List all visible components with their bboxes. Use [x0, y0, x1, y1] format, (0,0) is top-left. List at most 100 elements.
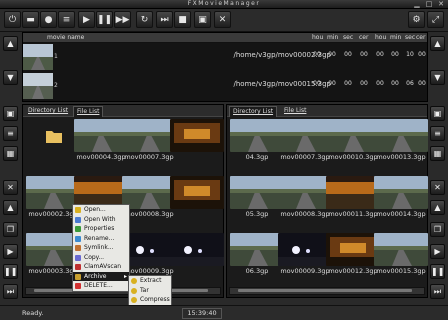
file-thumbnail[interactable]: mov00015.3gp	[373, 233, 429, 276]
cell-min-start[interactable]: 00	[325, 51, 339, 58]
grid-icon[interactable]: ▦	[430, 146, 445, 161]
skip-icon[interactable]: ⏭	[3, 284, 18, 299]
cell-cer-start[interactable]: 00	[357, 51, 371, 58]
playlist-grid: movie name hou min sec cer hou min sec c…	[22, 32, 428, 102]
cell-sec-start[interactable]: 00	[341, 51, 355, 58]
file-thumbnail[interactable]: mov00014.3gp	[373, 176, 429, 219]
move-down-icon[interactable]: ▼	[430, 70, 445, 85]
table-row[interactable]: 1 /home/v3gp/mov00002.3gp 00 00 00 00 00…	[23, 43, 427, 71]
file-thumbnail[interactable]	[169, 233, 225, 276]
menu-item[interactable]: DELETE...	[73, 281, 129, 291]
col-hour-start[interactable]: hou	[312, 33, 323, 42]
grid-icon[interactable]: ▦	[3, 146, 18, 161]
col-min-end[interactable]: min	[390, 33, 401, 42]
play-icon[interactable]: ▶	[3, 244, 18, 259]
skip-icon-button[interactable]: ⏭	[156, 11, 173, 28]
play-icon-button[interactable]: ▶	[78, 11, 95, 28]
menu-item[interactable]: Properties	[73, 224, 129, 234]
copy-icon[interactable]: ❐	[430, 222, 445, 237]
cell-hour-start[interactable]: 00	[310, 51, 324, 58]
maximize-icon[interactable]: □	[424, 0, 434, 8]
file-thumbnail[interactable]	[169, 176, 225, 219]
fullscreen-icon[interactable]: ⤢	[427, 11, 444, 28]
stop-icon-button[interactable]: ■	[174, 11, 191, 28]
cell-sec-start[interactable]: 00	[341, 80, 355, 87]
left-tab-bar: Directory List File List	[23, 105, 223, 117]
cell-min-start[interactable]: 00	[325, 80, 339, 87]
col-cer-start[interactable]: cer	[359, 33, 368, 42]
cell-hour-end[interactable]: 00	[373, 51, 387, 58]
cut-icon[interactable]: ✕	[430, 180, 445, 195]
file-name: mov00013.3gp	[376, 153, 426, 161]
menu-item[interactable]: Archive ▸	[73, 271, 129, 281]
list-icon[interactable]: ≡	[430, 126, 445, 141]
tab-directory-list[interactable]: Directory List	[229, 106, 278, 117]
menu-item[interactable]: Open With	[73, 215, 129, 225]
step-icon-button[interactable]: ▶▶	[114, 11, 131, 28]
cell-cer-start[interactable]: 00	[357, 80, 371, 87]
camera-icon-button[interactable]: ▣	[194, 11, 211, 28]
pause-icon-button[interactable]: ❚❚	[96, 11, 113, 28]
status-text: Ready.	[22, 309, 44, 317]
list-icon-button[interactable]: ≡	[58, 11, 75, 28]
table-row[interactable]: 2 /home/v3gp/mov00015.3gp 00 00 00 00 00…	[23, 72, 427, 100]
tab-file-list[interactable]: File List	[281, 106, 309, 116]
road-preview	[122, 119, 176, 152]
settings-icon[interactable]: ⚙	[408, 11, 425, 28]
record-icon-button[interactable]: ●	[40, 11, 57, 28]
skip-icon[interactable]: ⏭	[430, 284, 445, 299]
skip-icon: ⏭	[160, 15, 169, 25]
pause-icon[interactable]: ❚❚	[3, 264, 18, 279]
menu-item[interactable]: Rename...	[73, 234, 129, 244]
col-sec-start[interactable]: sec	[343, 33, 353, 42]
cell-hour-start[interactable]: 00	[310, 80, 324, 87]
col-min-start[interactable]: min	[327, 33, 338, 42]
play-icon[interactable]: ▶	[430, 244, 445, 259]
refresh-icon-button[interactable]: ↻	[136, 11, 153, 28]
add-icon[interactable]: ▣	[430, 106, 445, 121]
cell-cer-end[interactable]: 00	[415, 51, 429, 58]
menu-item[interactable]: Open...	[73, 205, 129, 215]
tab-file-list[interactable]: File List	[73, 106, 104, 117]
right-tab-bar: Directory List File List	[227, 105, 427, 117]
col-movie-name[interactable]: movie name	[47, 33, 84, 42]
status-bar: Ready. 15:39:40	[0, 305, 448, 320]
submenu-item[interactable]: Compress	[129, 295, 171, 305]
move-up-icon[interactable]: ▲	[430, 36, 445, 51]
road-preview	[230, 233, 284, 266]
menu-item[interactable]: ClamAVscan	[73, 262, 129, 272]
menu-item-icon	[75, 254, 81, 261]
pause-icon[interactable]: ❚❚	[430, 264, 445, 279]
cell-hour-end[interactable]: 00	[373, 80, 387, 87]
power-icon-button[interactable]: ⏻	[4, 11, 21, 28]
col-sec-end[interactable]: sec	[405, 33, 415, 42]
submenu-item[interactable]: Extract	[129, 276, 171, 286]
add-icon[interactable]: ▣	[3, 106, 18, 121]
right-horizontal-scrollbar[interactable]	[229, 287, 425, 295]
menu-item[interactable]: Copy...	[73, 253, 129, 263]
move-down-icon[interactable]: ▼	[3, 70, 18, 85]
cut-icon[interactable]: ✕	[3, 180, 18, 195]
up-icon[interactable]: ▲	[430, 200, 445, 215]
move-up-icon[interactable]: ▲	[3, 36, 18, 51]
minimize-icon[interactable]: ▁	[412, 0, 422, 8]
cell-min-end[interactable]: 00	[388, 51, 402, 58]
menu-item[interactable]: Symlink...	[73, 243, 129, 253]
col-cer-end[interactable]: cer	[416, 33, 425, 42]
menu-item-label: Open...	[84, 206, 106, 213]
cell-min-end[interactable]: 00	[388, 80, 402, 87]
close-window-icon[interactable]: ✕	[436, 0, 446, 8]
up-icon[interactable]: ▲	[3, 200, 18, 215]
copy-icon[interactable]: ❐	[3, 222, 18, 237]
close-icon-button[interactable]: ✕	[214, 11, 231, 28]
tab-directory-list[interactable]: Directory List	[25, 106, 71, 116]
menu-item-label: ClamAVscan	[84, 263, 122, 270]
col-hour-end[interactable]: hou	[375, 33, 386, 42]
submenu-item[interactable]: Tar	[129, 286, 171, 296]
cell-cer-end[interactable]: 00	[415, 80, 429, 87]
list-icon[interactable]: ≡	[3, 126, 18, 141]
folder-icon-button[interactable]: ▬	[22, 11, 39, 28]
file-thumbnail[interactable]	[169, 119, 225, 162]
file-thumbnail[interactable]: mov00013.3gp	[373, 119, 429, 162]
scrollbar-thumb[interactable]	[238, 289, 412, 292]
